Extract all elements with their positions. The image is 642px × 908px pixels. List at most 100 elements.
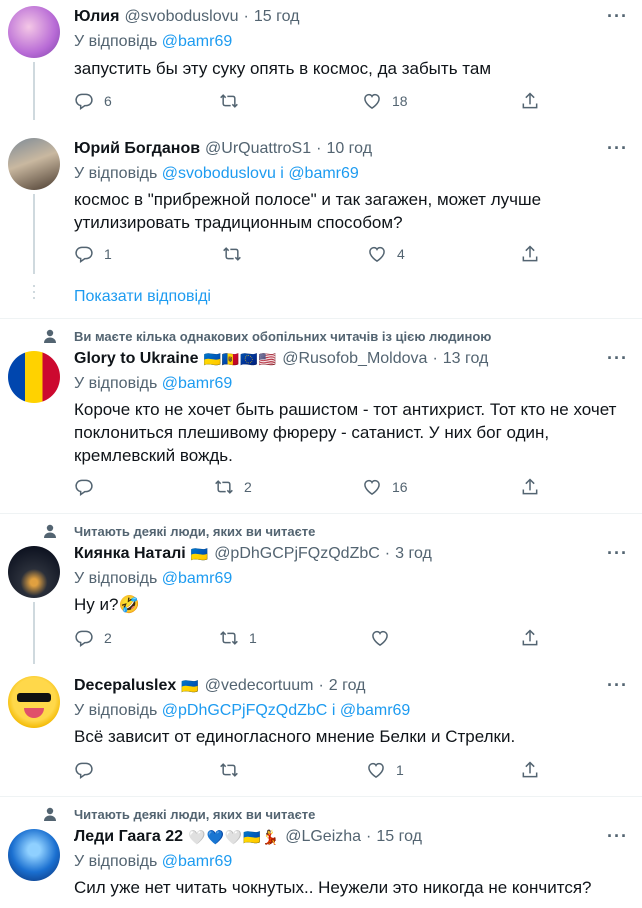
retweet-icon xyxy=(222,244,242,264)
more-icon[interactable]: ··· xyxy=(607,348,628,369)
tweet-header: Decepaluslex 🇺🇦 @vedecortuum · 2 год xyxy=(74,677,366,695)
timestamp[interactable]: 13 год xyxy=(443,350,489,368)
author-name[interactable]: Киянка Наталі xyxy=(74,545,186,563)
share-button[interactable] xyxy=(520,477,540,497)
reply-icon xyxy=(74,244,94,264)
social-context: Читають деякі люди, яких ви читаєте xyxy=(74,524,316,539)
tweet-header: Glory to Ukraine 🇺🇦🇲🇩🇪🇺🇺🇸 @Rusofob_Moldo… xyxy=(74,350,488,368)
author-name[interactable]: Юрий Богданов xyxy=(74,140,200,158)
like-button[interactable]: 1 xyxy=(366,760,404,780)
author-handle[interactable]: @svoboduslovu xyxy=(124,8,238,26)
tweet-glory-to-ukraine[interactable]: Ви маєте кілька однакових обопільних чит… xyxy=(0,319,642,514)
avatar[interactable] xyxy=(8,351,60,403)
reply-button[interactable]: 6 xyxy=(74,91,112,111)
reply-context: У відповідь @bamr69 xyxy=(74,375,232,393)
timestamp[interactable]: 3 год xyxy=(395,545,432,563)
timestamp[interactable]: 15 год xyxy=(254,8,300,26)
reply-button[interactable]: 1 xyxy=(74,244,112,264)
thread-line xyxy=(33,602,35,664)
reply-button[interactable]: 2 xyxy=(74,628,112,648)
avatar[interactable] xyxy=(8,546,60,598)
tweet-text: запустить бы эту суку опять в космос, да… xyxy=(74,59,492,78)
reply-button[interactable] xyxy=(74,477,104,497)
retweet-button[interactable] xyxy=(219,760,249,780)
avatar[interactable] xyxy=(8,6,60,58)
timestamp[interactable]: 10 год xyxy=(326,140,372,158)
reply-prefix: У відповідь xyxy=(74,853,158,870)
avatar[interactable] xyxy=(8,676,60,728)
heart-icon xyxy=(370,628,390,648)
reply-prefix: У відповідь xyxy=(74,165,158,182)
author-handle[interactable]: @LGeizha xyxy=(285,828,361,846)
separator-dot: · xyxy=(432,350,438,367)
timestamp[interactable]: 2 год xyxy=(329,677,366,695)
separator-dot: · xyxy=(366,828,372,845)
share-icon xyxy=(520,91,540,111)
more-icon[interactable]: ··· xyxy=(607,6,628,27)
like-button[interactable]: 18 xyxy=(362,91,408,111)
reply-to-handle[interactable]: @bamr69 xyxy=(162,853,233,870)
avatar[interactable] xyxy=(8,829,60,881)
reply-icon xyxy=(74,477,94,497)
separator-dot: · xyxy=(316,140,322,157)
reply-prefix: У відповідь xyxy=(74,570,158,587)
share-button[interactable] xyxy=(520,628,540,648)
share-button[interactable] xyxy=(520,760,540,780)
reply-button[interactable] xyxy=(74,760,104,780)
reply-to-handle[interactable]: @bamr69 xyxy=(162,33,233,50)
retweet-button[interactable]: 2 xyxy=(214,477,252,497)
author-handle[interactable]: @pDhGCPjFQzQdZbC xyxy=(214,545,380,563)
retweet-icon xyxy=(214,477,234,497)
like-button[interactable]: 4 xyxy=(367,244,405,264)
reply-prefix: У відповідь xyxy=(74,375,158,392)
sunglasses xyxy=(17,693,51,702)
tweet-yulia[interactable]: Юлия @svoboduslovu · 15 год ··· У відпов… xyxy=(0,0,642,120)
author-name[interactable]: Юлия xyxy=(74,8,119,26)
tweet-ledi-gaaga[interactable]: Читають деякі люди, яких ви читаєте Леди… xyxy=(0,797,642,908)
reply-to-handle[interactable]: @bamr69 xyxy=(288,165,359,182)
share-icon xyxy=(520,477,540,497)
share-button[interactable] xyxy=(520,91,540,111)
retweet-button[interactable] xyxy=(219,91,249,111)
more-icon[interactable]: ··· xyxy=(607,138,628,159)
author-name[interactable]: Decepaluslex xyxy=(74,677,176,695)
heart-icon xyxy=(366,760,386,780)
author-handle[interactable]: @UrQuattroS1 xyxy=(205,140,311,158)
heart-icon xyxy=(362,91,382,111)
thread-line xyxy=(33,194,35,274)
reply-count: 6 xyxy=(104,93,112,109)
retweet-button[interactable]: 1 xyxy=(219,628,257,648)
reply-to-handle[interactable]: @svoboduslovu xyxy=(162,165,276,182)
author-handle[interactable]: @Rusofob_Moldova xyxy=(282,350,427,368)
reply-to-handle[interactable]: @pDhGCPjFQzQdZbC xyxy=(162,702,328,719)
retweet-button[interactable] xyxy=(222,244,252,264)
more-icon[interactable]: ··· xyxy=(607,826,628,847)
author-name[interactable]: Glory to Ukraine xyxy=(74,350,198,368)
like-button[interactable] xyxy=(370,628,400,648)
tweet-decepaluslex[interactable]: Decepaluslex 🇺🇦 @vedecortuum · 2 год ···… xyxy=(0,664,642,796)
retweet-count: 1 xyxy=(249,630,257,646)
reply-icon xyxy=(74,760,94,780)
more-icon[interactable]: ··· xyxy=(607,675,628,696)
like-button[interactable]: 16 xyxy=(362,477,408,497)
author-name[interactable]: Леди Гаага 22 xyxy=(74,828,183,846)
like-count: 16 xyxy=(392,479,408,495)
thread-dots xyxy=(33,285,35,303)
show-replies-link[interactable]: Показати відповіді xyxy=(74,288,211,306)
share-button[interactable] xyxy=(520,244,540,264)
name-emoji-flags: 🇺🇦 xyxy=(190,545,210,562)
author-handle[interactable]: @vedecortuum xyxy=(205,677,314,695)
tweet-text: Короче кто не хочет быть рашистом - тот … xyxy=(74,400,617,465)
timestamp[interactable]: 15 год xyxy=(376,828,422,846)
tweet-kiyanka-natali[interactable]: Читають деякі люди, яких ви читаєте Киян… xyxy=(0,514,642,664)
reply-to-handle[interactable]: @bamr69 xyxy=(162,375,233,392)
reply-to-handle[interactable]: @bamr69 xyxy=(340,702,411,719)
tweet-yuriy[interactable]: Юрий Богданов @UrQuattroS1 · 10 год ··· … xyxy=(0,120,642,320)
reply-to-handle[interactable]: @bamr69 xyxy=(162,570,233,587)
reply-and: і xyxy=(331,702,336,719)
heart-icon xyxy=(367,244,387,264)
more-icon[interactable]: ··· xyxy=(607,543,628,564)
separator-dot: · xyxy=(243,8,249,25)
avatar[interactable] xyxy=(8,138,60,190)
share-icon xyxy=(520,760,540,780)
